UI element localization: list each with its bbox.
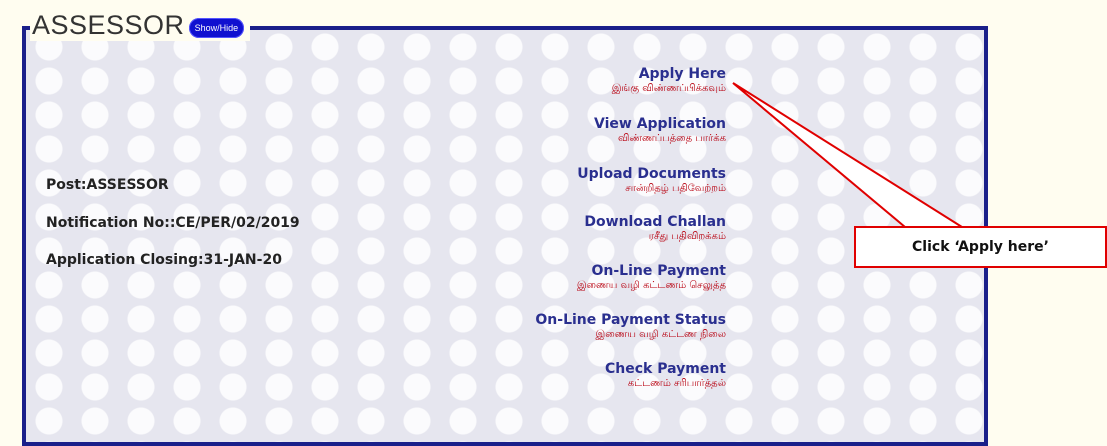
callout-box: Click ‘Apply here’ xyxy=(854,226,1107,268)
callout-text: Click ‘Apply here’ xyxy=(912,239,1049,255)
callout-pointer xyxy=(732,82,966,228)
callout-arrow xyxy=(732,82,966,228)
